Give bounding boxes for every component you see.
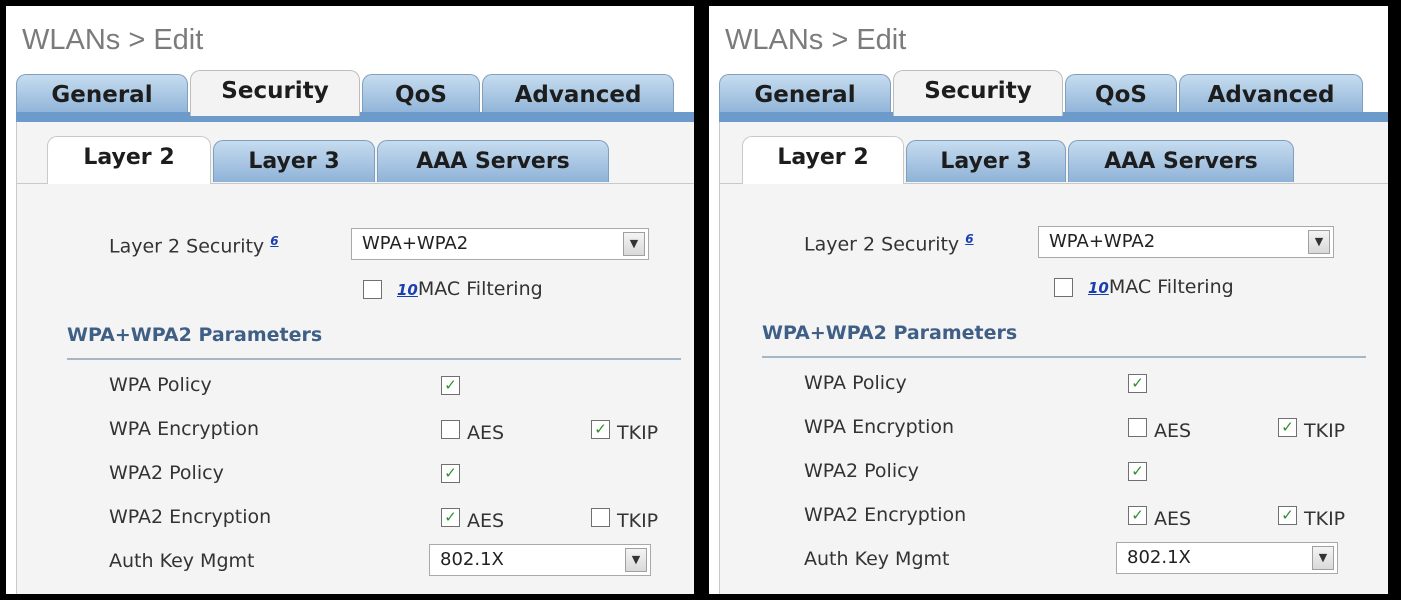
checkmark-icon: ✓ bbox=[1281, 506, 1294, 524]
wpa2-tkip-checkbox[interactable] bbox=[591, 508, 610, 527]
wpa2-policy-label: WPA2 Policy bbox=[804, 460, 919, 482]
layer2-security-value: WPA+WPA2 bbox=[1049, 231, 1156, 252]
wpa-aes-checkbox[interactable] bbox=[1128, 418, 1147, 437]
auth-key-mgmt-value: 802.1X bbox=[440, 549, 504, 570]
section-divider bbox=[67, 358, 681, 360]
main-tab-bar: General Security QoS Advanced bbox=[719, 70, 1388, 116]
tab-general[interactable]: General bbox=[16, 74, 188, 114]
tab-advanced[interactable]: Advanced bbox=[482, 74, 674, 114]
main-tab-bar: General Security QoS Advanced bbox=[16, 70, 694, 116]
help-link-10[interactable]: 10 bbox=[1088, 279, 1109, 297]
chevron-down-icon[interactable]: ▼ bbox=[623, 232, 645, 256]
wpa2-encryption-label: WPA2 Encryption bbox=[804, 504, 967, 526]
layer2-security-select[interactable]: WPA+WPA2 ▼ bbox=[1038, 226, 1334, 258]
checkmark-icon: ✓ bbox=[444, 376, 457, 394]
wpa-tkip-label: TKIP bbox=[617, 422, 659, 444]
layer2-security-value: WPA+WPA2 bbox=[362, 233, 469, 254]
section-title: WPA+WPA2 Parameters bbox=[67, 324, 323, 346]
subtab-layer3[interactable]: Layer 3 bbox=[906, 140, 1066, 182]
wpa-aes-label: AES bbox=[1154, 420, 1192, 442]
page-title: WLANs > Edit bbox=[725, 24, 907, 56]
wpa-aes-label: AES bbox=[467, 422, 505, 444]
mac-filtering-text: MAC Filtering bbox=[417, 278, 543, 300]
help-link-6[interactable]: 6 bbox=[965, 232, 973, 246]
tab-advanced[interactable]: Advanced bbox=[1179, 74, 1363, 114]
auth-key-mgmt-value: 802.1X bbox=[1127, 547, 1191, 568]
subtab-layer3[interactable]: Layer 3 bbox=[213, 140, 375, 182]
checkmark-icon: ✓ bbox=[1131, 462, 1144, 480]
wpa-aes-checkbox[interactable] bbox=[441, 420, 460, 439]
mac-filtering-label: 10MAC Filtering bbox=[397, 278, 543, 300]
wpa-policy-checkbox[interactable]: ✓ bbox=[441, 376, 460, 395]
auth-key-mgmt-select[interactable]: 802.1X ▼ bbox=[429, 544, 651, 576]
checkmark-icon: ✓ bbox=[1131, 374, 1144, 392]
wpa2-aes-label: AES bbox=[1154, 508, 1192, 530]
security-content: Layer 2 Layer 3 AAA Servers Layer 2 Secu… bbox=[16, 122, 694, 594]
wlan-edit-panel-left: WLANs > Edit General Security QoS Advanc… bbox=[6, 6, 694, 594]
checkmark-icon: ✓ bbox=[444, 464, 457, 482]
wpa-tkip-label: TKIP bbox=[1304, 420, 1346, 442]
layer2-security-select[interactable]: WPA+WPA2 ▼ bbox=[351, 228, 649, 260]
wpa-tkip-checkbox[interactable]: ✓ bbox=[591, 420, 610, 439]
auth-key-mgmt-label: Auth Key Mgmt bbox=[109, 550, 255, 572]
checkmark-icon: ✓ bbox=[444, 508, 457, 526]
wpa-encryption-label: WPA Encryption bbox=[109, 418, 260, 440]
wpa2-encryption-label: WPA2 Encryption bbox=[109, 506, 272, 528]
subtab-layer2[interactable]: Layer 2 bbox=[742, 136, 904, 184]
layer2-security-label: Layer 2 Security 6 bbox=[804, 232, 974, 255]
subtab-aaa-servers[interactable]: AAA Servers bbox=[377, 140, 609, 182]
mac-filtering-text: MAC Filtering bbox=[1108, 276, 1234, 298]
wpa-policy-label: WPA Policy bbox=[109, 374, 212, 396]
tab-general[interactable]: General bbox=[719, 74, 891, 114]
chevron-down-icon[interactable]: ▼ bbox=[1312, 546, 1334, 570]
layer2-security-label: Layer 2 Security 6 bbox=[109, 234, 279, 257]
mac-filtering-label: 10MAC Filtering bbox=[1088, 276, 1234, 298]
auth-key-mgmt-select[interactable]: 802.1X ▼ bbox=[1116, 542, 1338, 574]
page-title: WLANs > Edit bbox=[22, 24, 204, 56]
chevron-down-icon[interactable]: ▼ bbox=[1308, 230, 1330, 254]
wpa2-tkip-checkbox[interactable]: ✓ bbox=[1278, 506, 1297, 525]
layer2-security-text: Layer 2 Security bbox=[109, 235, 265, 258]
checkmark-icon: ✓ bbox=[594, 420, 607, 438]
tab-security[interactable]: Security bbox=[190, 70, 360, 116]
tab-security[interactable]: Security bbox=[893, 70, 1063, 116]
wpa2-policy-checkbox[interactable]: ✓ bbox=[1128, 462, 1147, 481]
wpa2-aes-label: AES bbox=[467, 510, 505, 532]
wpa2-tkip-label: TKIP bbox=[1304, 508, 1346, 530]
subtab-aaa-servers[interactable]: AAA Servers bbox=[1068, 140, 1294, 182]
checkmark-icon: ✓ bbox=[1281, 418, 1294, 436]
wpa2-policy-checkbox[interactable]: ✓ bbox=[441, 464, 460, 483]
wpa-encryption-label: WPA Encryption bbox=[804, 416, 955, 438]
wpa-tkip-checkbox[interactable]: ✓ bbox=[1278, 418, 1297, 437]
tab-qos[interactable]: QoS bbox=[362, 74, 480, 114]
wpa-policy-checkbox[interactable]: ✓ bbox=[1128, 374, 1147, 393]
wpa2-policy-label: WPA2 Policy bbox=[109, 462, 224, 484]
wlan-edit-panel-right: WLANs > Edit General Security QoS Advanc… bbox=[709, 6, 1388, 594]
layer2-security-text: Layer 2 Security bbox=[804, 233, 960, 256]
security-content: Layer 2 Layer 3 AAA Servers Layer 2 Secu… bbox=[719, 122, 1388, 594]
wpa2-aes-checkbox[interactable]: ✓ bbox=[1128, 506, 1147, 525]
chevron-down-icon[interactable]: ▼ bbox=[625, 548, 647, 572]
help-link-6[interactable]: 6 bbox=[270, 234, 278, 248]
wpa2-tkip-label: TKIP bbox=[617, 510, 659, 532]
wpa-policy-label: WPA Policy bbox=[804, 372, 907, 394]
mac-filtering-checkbox[interactable] bbox=[363, 280, 382, 299]
checkmark-icon: ✓ bbox=[1131, 506, 1144, 524]
section-title: WPA+WPA2 Parameters bbox=[762, 322, 1018, 344]
auth-key-mgmt-label: Auth Key Mgmt bbox=[804, 548, 950, 570]
help-link-10[interactable]: 10 bbox=[397, 281, 418, 299]
mac-filtering-checkbox[interactable] bbox=[1054, 278, 1073, 297]
section-divider bbox=[762, 356, 1366, 358]
tab-qos[interactable]: QoS bbox=[1065, 74, 1177, 114]
wpa2-aes-checkbox[interactable]: ✓ bbox=[441, 508, 460, 527]
subtab-layer2[interactable]: Layer 2 bbox=[47, 136, 211, 184]
